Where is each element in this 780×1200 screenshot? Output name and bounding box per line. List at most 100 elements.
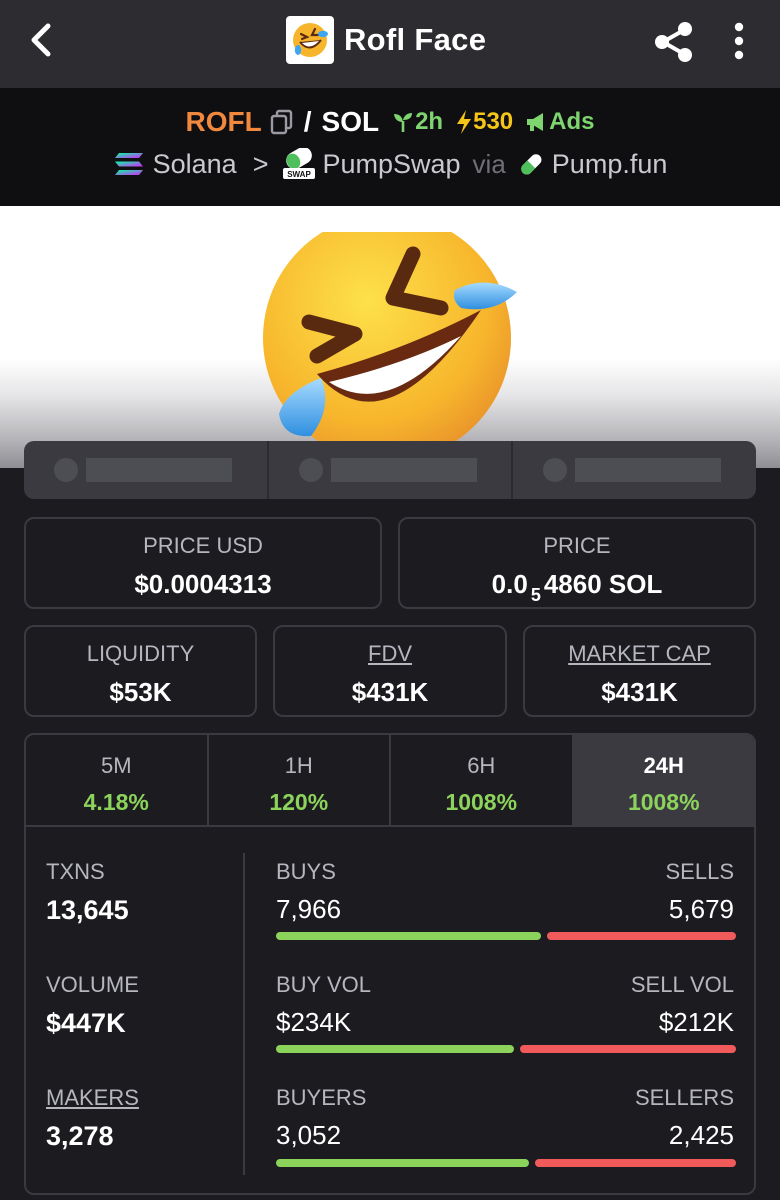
timeframe-panel: 5M 4.18% 1H 120% 6H 1008% 24H 1008% TXNS… (24, 733, 756, 1195)
top-app-bar: Rofl Face (0, 0, 780, 88)
price-suffix: 4860 SOL (543, 569, 663, 599)
makers-bar (276, 1159, 736, 1167)
price-usd-value: $0.0004313 (134, 569, 272, 599)
tab-change: 4.18% (83, 789, 149, 815)
tab-label: 5M (100, 753, 132, 778)
tab-6h[interactable]: 6H 1008% (391, 735, 574, 825)
sellers-value: 2,425 (668, 1120, 734, 1150)
price-native-label: PRICE (543, 533, 611, 558)
price-native-box: PRICE 0.0 5 4860 SOL (398, 517, 756, 609)
tab-1h[interactable]: 1H 120% (209, 735, 391, 825)
liquidity-box: LIQUIDITY $53K (24, 625, 257, 717)
sells-label: SELLS (665, 859, 735, 884)
price-usd-label: PRICE USD (143, 533, 263, 558)
dex-badge-text: SWAP (288, 170, 312, 179)
social-link-placeholder[interactable] (513, 441, 756, 499)
buy-vol-label: BUY VOL (276, 972, 371, 997)
pill-icon (521, 154, 542, 175)
market-cap-label[interactable]: MARKET CAP (525, 641, 754, 667)
ads-link[interactable]: Ads (525, 108, 594, 136)
price-zero-count: 5 (530, 585, 541, 605)
tab-label: 24H (643, 753, 684, 778)
dex-link[interactable]: PumpSwap (322, 149, 460, 180)
back-button[interactable] (22, 20, 62, 60)
base-symbol: ROFL (185, 106, 262, 137)
social-link-placeholder[interactable] (24, 441, 269, 499)
via-label: via (472, 148, 506, 179)
page-title: Rofl Face (344, 22, 487, 57)
chevron-left-icon (31, 23, 51, 57)
social-label-placeholder (86, 458, 232, 482)
price-native-value: 0.0 5 4860 SOL (400, 569, 754, 605)
buys-label: BUYS (276, 859, 336, 884)
sell-vol-value: $212K (658, 1007, 734, 1037)
fdv-value: $431K (351, 677, 429, 707)
liquidity-value: $53K (109, 677, 172, 707)
buys-bar (276, 932, 541, 940)
tab-change: 1008% (445, 789, 518, 815)
token-logo (286, 16, 334, 64)
tab-change: 1008% (627, 789, 700, 815)
chain-link[interactable]: Solana (153, 149, 237, 180)
liquidity-label: LIQUIDITY (86, 641, 195, 666)
more-options-button[interactable] (728, 20, 750, 64)
social-icon-placeholder (543, 458, 568, 482)
pair-separator: / (303, 106, 312, 137)
lightning-icon (457, 110, 472, 134)
price-prefix: 0.0 (491, 569, 528, 599)
makers-value: 3,278 (46, 1121, 114, 1151)
volume-label: VOLUME (46, 972, 139, 997)
buys-sells-bar (276, 932, 736, 940)
buy-vol-bar (276, 1045, 514, 1053)
social-label-placeholder (575, 458, 722, 482)
tab-change: 120% (269, 789, 329, 815)
buyers-bar (276, 1159, 529, 1167)
volume-bar (276, 1045, 736, 1053)
social-link-placeholder[interactable] (269, 441, 514, 499)
share-icon (655, 22, 692, 62)
share-button[interactable] (652, 20, 696, 64)
pair-age: 2h (391, 108, 443, 136)
sell-vol-label: SELL VOL (630, 972, 734, 997)
makers-label[interactable]: MAKERS (46, 1085, 139, 1111)
social-links (24, 441, 756, 499)
social-label-placeholder (330, 458, 477, 482)
market-cap-box[interactable]: MARKET CAP $431K (523, 625, 756, 717)
sellers-label: SELLERS (634, 1085, 734, 1110)
txns-value: 13,645 (46, 895, 129, 925)
buy-vol-value: $234K (276, 1007, 352, 1037)
timeframe-tabs: 5M 4.18% 1H 120% 6H 1008% 24H 1008% (26, 735, 754, 827)
sell-vol-bar (520, 1045, 736, 1053)
column-divider (243, 853, 245, 1175)
solana-icon (114, 153, 143, 175)
token-title: Rofl Face (286, 16, 486, 64)
social-icon-placeholder (298, 458, 323, 482)
seedling-icon (394, 113, 413, 132)
rofl-emoji-icon (293, 23, 328, 57)
breadcrumb: Solana > SWAP PumpSwap via Pump.fun (0, 148, 780, 180)
price-usd-box: PRICE USD $0.0004313 (24, 517, 382, 609)
tab-label: 1H (284, 753, 313, 778)
ads-label: Ads (549, 108, 595, 135)
launchpad-link[interactable]: Pump.fun (552, 149, 668, 180)
tab-label: 6H (467, 753, 496, 778)
boost-value: 530 (473, 108, 514, 135)
megaphone-icon (527, 113, 544, 131)
fdv-label[interactable]: FDV (275, 641, 505, 667)
more-vertical-icon (734, 22, 744, 60)
fdv-box[interactable]: FDV $431K (273, 625, 507, 717)
buys-value: 7,966 (276, 894, 342, 924)
quote-symbol: SOL (321, 106, 380, 137)
pair-row: ROFL / SOL 2h 530 Ads (0, 106, 780, 138)
txns-label: TXNS (46, 859, 105, 884)
tab-5m[interactable]: 5M 4.18% (26, 735, 209, 825)
sellers-bar (535, 1159, 736, 1167)
buyers-label: BUYERS (276, 1085, 367, 1110)
tab-24h[interactable]: 24H 1008% (573, 735, 754, 825)
market-cap-value: $431K (601, 677, 678, 707)
copy-icon[interactable] (270, 109, 294, 135)
sells-bar (547, 932, 736, 940)
boost-count[interactable]: 530 (455, 108, 513, 136)
pair-age-value: 2h (415, 108, 444, 135)
social-icon-placeholder (54, 458, 78, 482)
